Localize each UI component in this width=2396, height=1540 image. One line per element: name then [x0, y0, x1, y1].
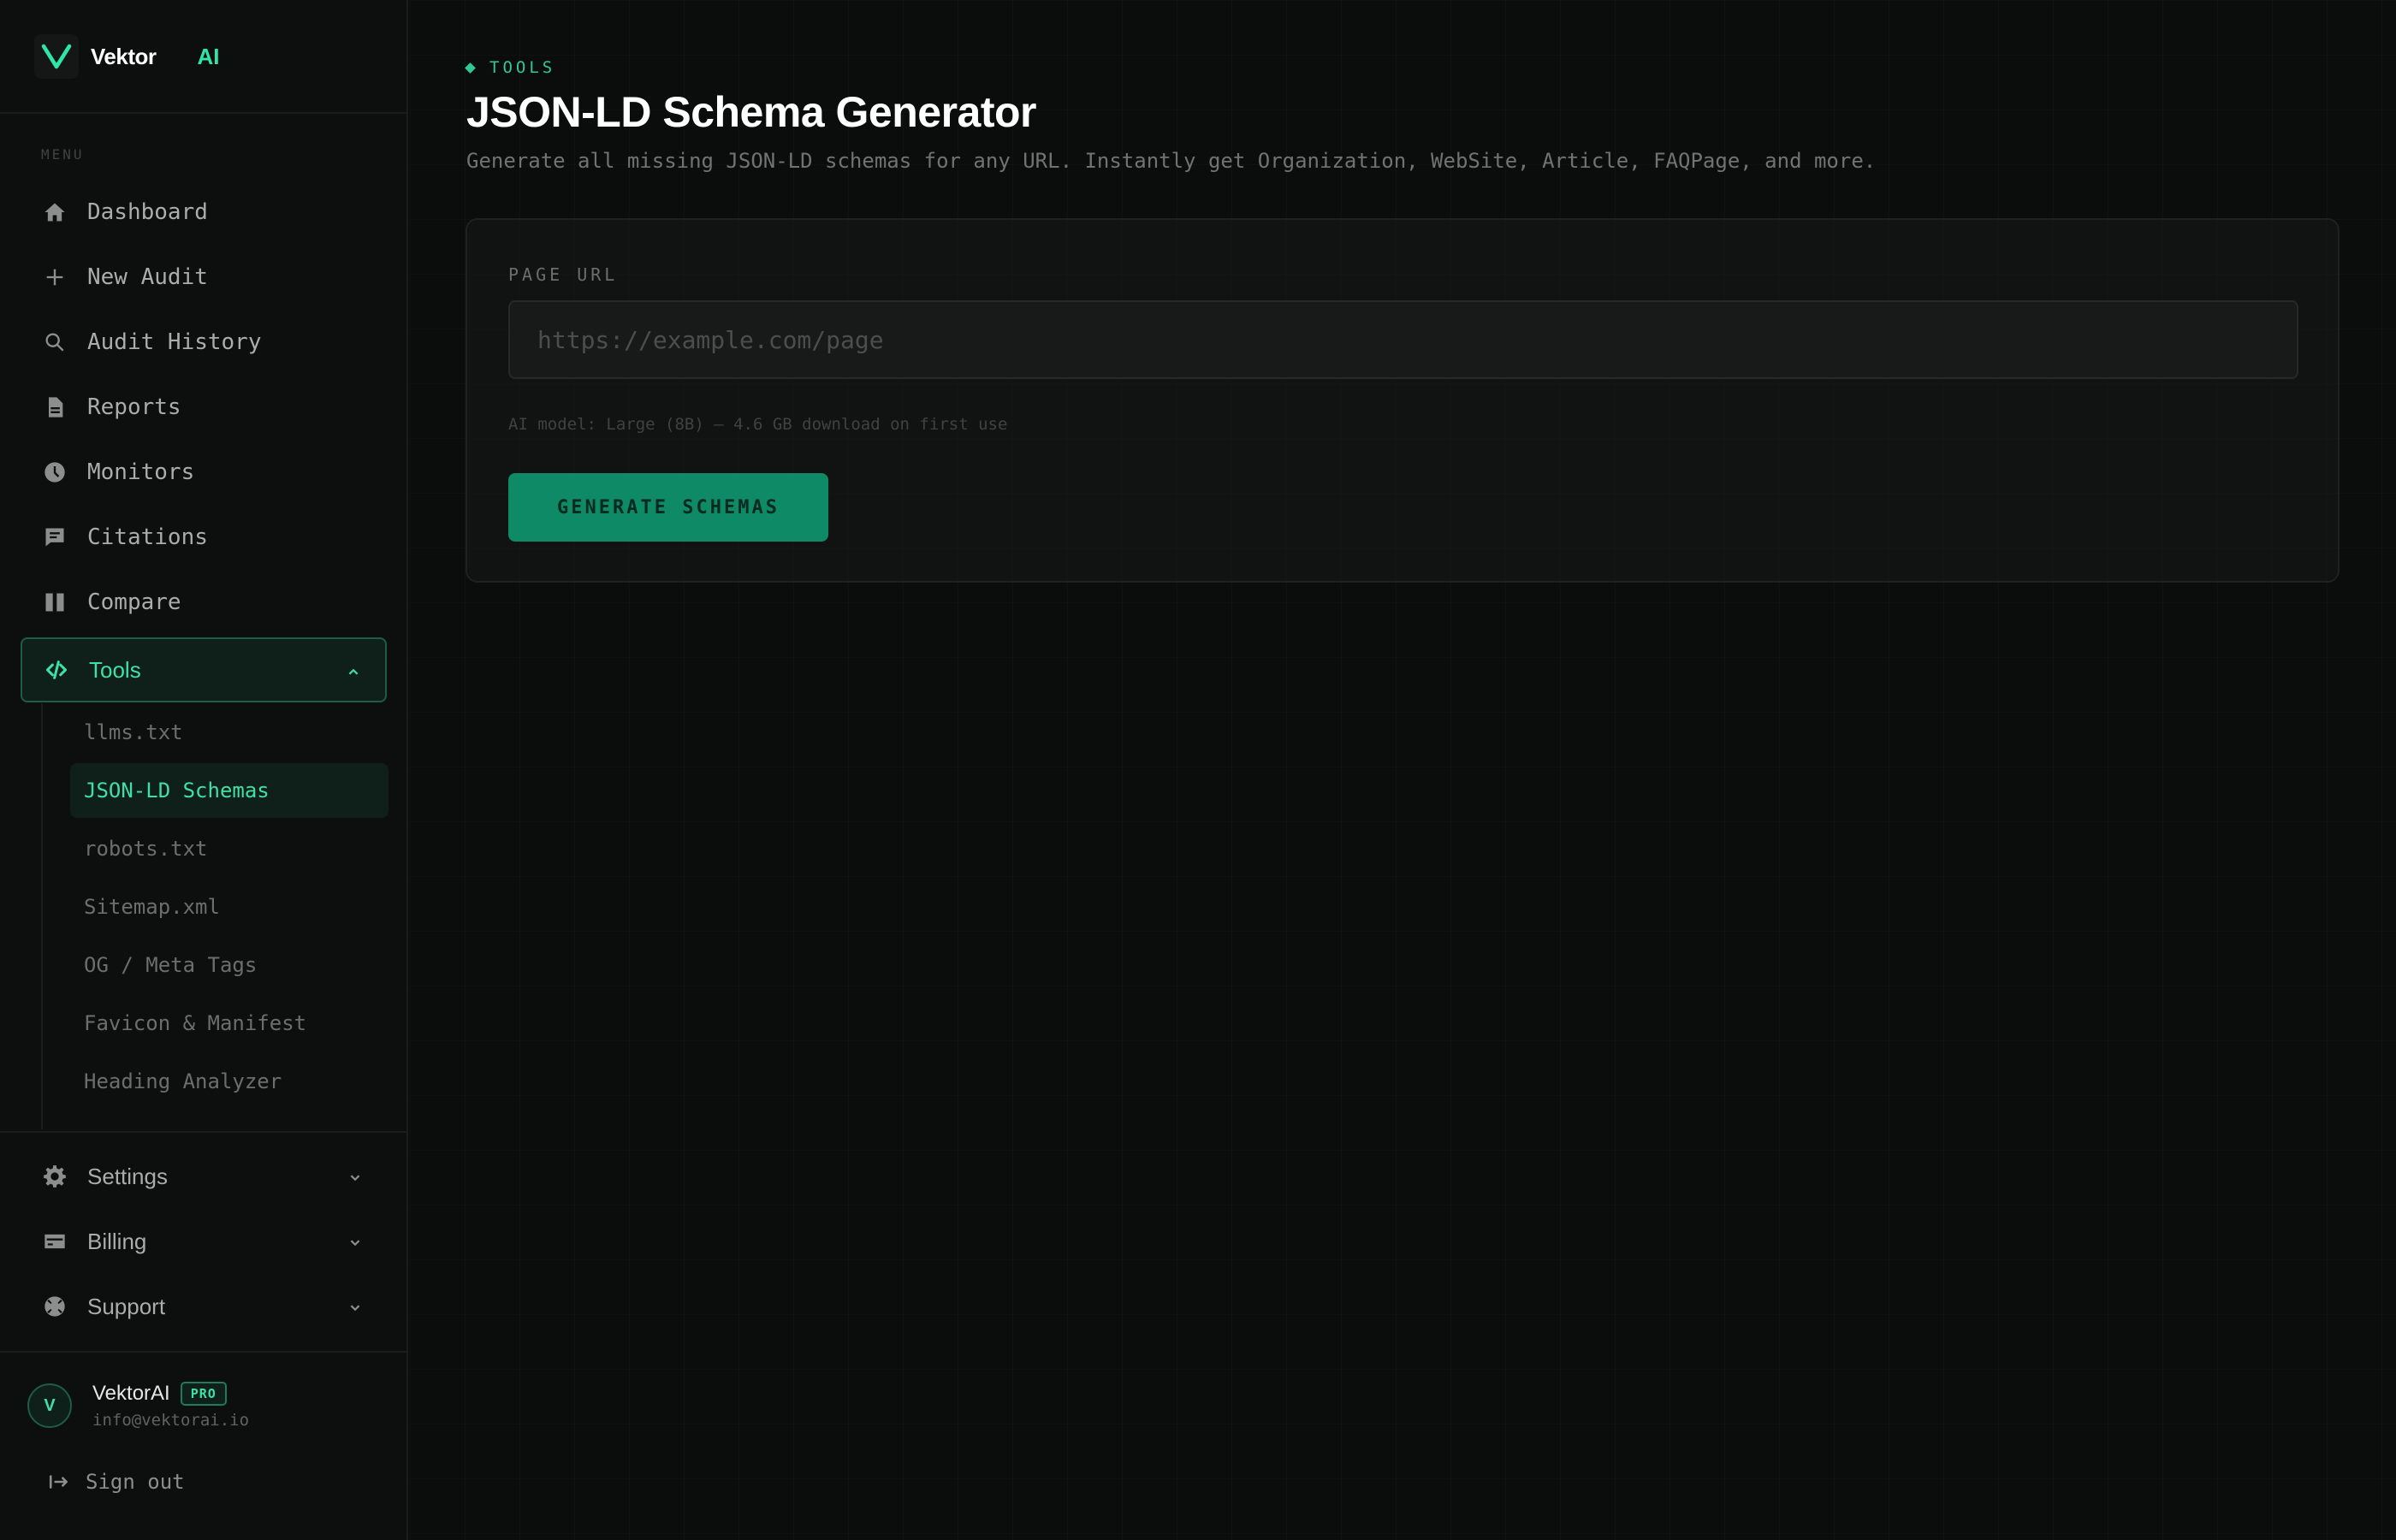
sidebar: Vektor AI MENU Dashboard New Audit Audit… — [0, 0, 408, 1540]
brand-ai-suffix: AI — [197, 43, 220, 69]
nav-item-audit-history[interactable]: Audit History — [21, 311, 387, 373]
tools-subitem-heading-analyzer[interactable]: Heading Analyzer — [70, 1054, 388, 1109]
divider — [0, 1351, 408, 1353]
avatar: V — [27, 1383, 72, 1428]
ai-model-note: AI model: Large (8B) — 4.6 GB download o… — [508, 415, 1008, 434]
nav-item-new-audit[interactable]: New Audit — [21, 246, 387, 308]
page-title: JSON-LD Schema Generator — [466, 88, 1036, 136]
gear-icon — [41, 1163, 68, 1190]
chevron-down-icon — [346, 1296, 365, 1315]
breadcrumb: TOOLS — [465, 58, 556, 77]
menu-section-label: MENU — [41, 146, 85, 163]
chevron-up-icon — [344, 661, 363, 680]
lifebuoy-icon — [41, 1293, 68, 1320]
plan-badge: PRO — [180, 1382, 227, 1406]
tools-subitem-json-ld-schemas[interactable]: JSON-LD Schemas — [70, 763, 388, 818]
nav-item-reports[interactable]: Reports — [21, 376, 387, 438]
credit-card-icon — [41, 1228, 68, 1255]
home-icon — [41, 198, 68, 226]
breadcrumb-label: TOOLS — [489, 58, 556, 77]
document-icon — [41, 394, 68, 421]
nav-label: Reports — [87, 394, 181, 420]
nav-label: Audit History — [87, 329, 262, 355]
tools-subitem-robots-txt[interactable]: robots.txt — [70, 821, 388, 876]
tools-subitem-og-meta-tags[interactable]: OG / Meta Tags — [70, 938, 388, 992]
chevron-down-icon — [346, 1231, 365, 1250]
user-name: VektorAI — [92, 1382, 170, 1405]
nav-label: Dashboard — [87, 199, 208, 225]
vektor-logo-icon — [34, 34, 79, 79]
generator-form-card: PAGE URL AI model: Large (8B) — 4.6 GB d… — [466, 218, 2340, 583]
nav-label: Billing — [87, 1228, 147, 1254]
code-icon — [43, 656, 70, 684]
chat-icon — [41, 524, 68, 551]
nav-item-tools[interactable]: Tools — [21, 637, 387, 702]
sign-out-label: Sign out — [86, 1470, 185, 1494]
page-subtitle: Generate all missing JSON-LD schemas for… — [466, 149, 1877, 173]
columns-icon — [41, 589, 68, 616]
page-url-label: PAGE URL — [508, 264, 619, 285]
nav-label: Monitors — [87, 459, 195, 485]
nav-item-monitors[interactable]: Monitors — [21, 441, 387, 503]
user-info: VektorAI PRO info@vektorai.io — [92, 1382, 249, 1430]
nav-label: New Audit — [87, 264, 208, 290]
nav-item-citations[interactable]: Citations — [21, 506, 387, 568]
generate-schemas-button[interactable]: GENERATE SCHEMAS — [508, 473, 828, 542]
user-name-row: VektorAI PRO — [92, 1382, 249, 1406]
chevron-down-icon — [346, 1166, 365, 1185]
nav-item-settings[interactable]: Settings — [21, 1146, 387, 1207]
divider — [0, 112, 408, 114]
divider — [0, 1131, 408, 1133]
nav-label: Compare — [87, 589, 181, 615]
brand[interactable]: Vektor AI — [34, 34, 220, 79]
nav-item-dashboard[interactable]: Dashboard — [21, 181, 387, 243]
tools-subitem-favicon-manifest[interactable]: Favicon & Manifest — [70, 996, 388, 1051]
nav-item-compare[interactable]: Compare — [21, 572, 387, 633]
page-url-input[interactable] — [508, 300, 2298, 379]
app-window: Vektor AI MENU Dashboard New Audit Audit… — [0, 0, 2396, 1540]
brand-name: Vektor — [91, 43, 157, 69]
user-profile[interactable]: V VektorAI PRO info@vektorai.io — [27, 1382, 249, 1430]
main-content: TOOLS JSON-LD Schema Generator Generate … — [410, 0, 2396, 1540]
nav-item-support[interactable]: Support — [21, 1276, 387, 1337]
nav-label: Citations — [87, 524, 208, 550]
sign-out-button[interactable]: Sign out — [48, 1470, 185, 1494]
nav-label: Support — [87, 1293, 166, 1319]
sign-out-icon — [49, 1475, 68, 1489]
plus-icon — [41, 264, 68, 291]
submenu-rail — [41, 703, 43, 1129]
search-icon — [41, 329, 68, 356]
tools-subitem-llms-txt[interactable]: llms.txt — [70, 705, 388, 760]
tools-subitem-sitemap-xml[interactable]: Sitemap.xml — [70, 880, 388, 934]
nav-label: Tools — [89, 656, 141, 683]
diamond-icon — [465, 62, 476, 74]
user-email: info@vektorai.io — [92, 1411, 250, 1430]
nav-label: Settings — [87, 1163, 168, 1189]
clock-icon — [41, 459, 68, 486]
nav-item-billing[interactable]: Billing — [21, 1211, 387, 1272]
